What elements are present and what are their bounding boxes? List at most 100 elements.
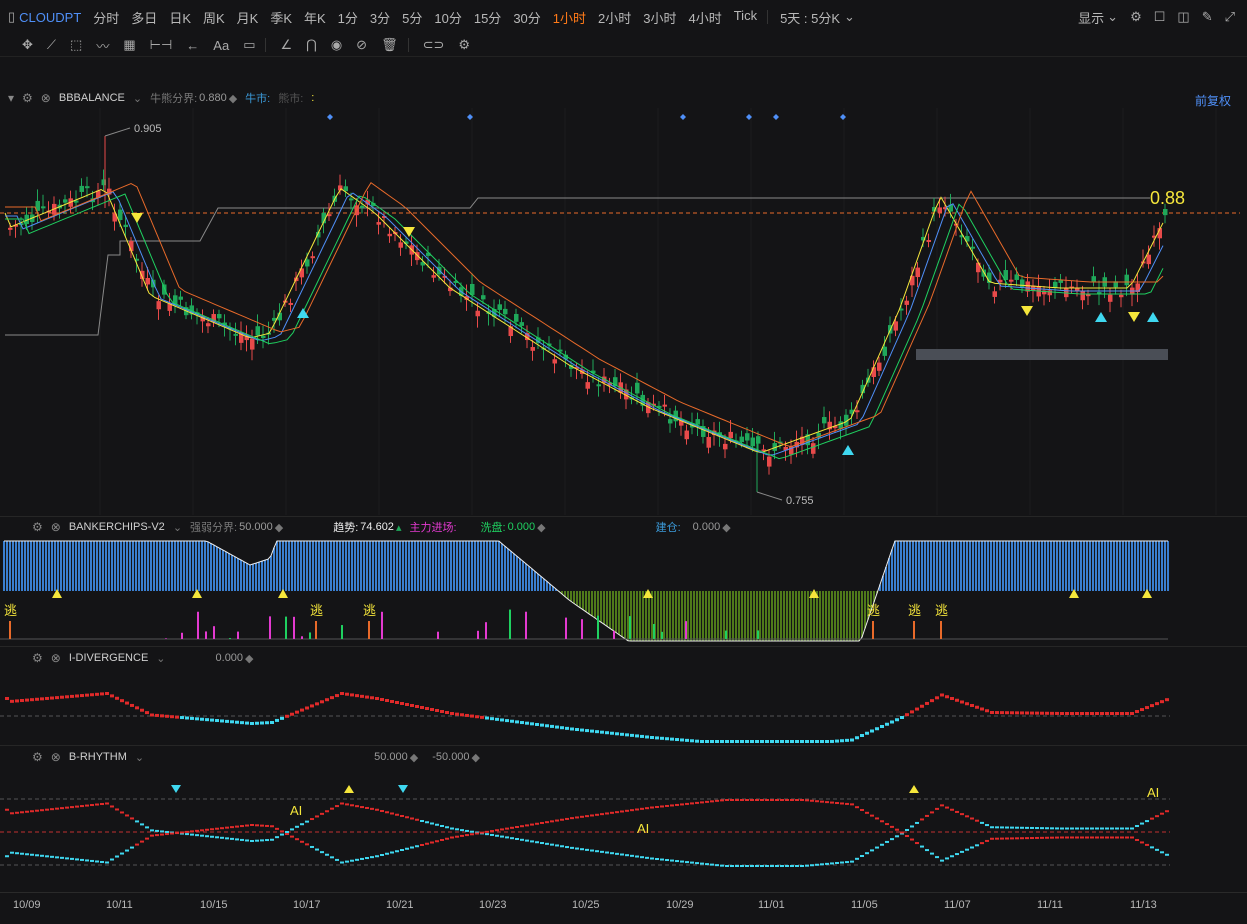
period-12[interactable]: 30分 xyxy=(513,8,540,27)
fib-icon[interactable]: ▦ xyxy=(123,37,135,53)
period-7[interactable]: 1分 xyxy=(338,8,358,27)
multi-period-selector[interactable]: 5天 : 5分K xyxy=(780,8,840,27)
pen-icon[interactable]: ✎ xyxy=(1202,9,1213,25)
rhythm-dot-lower xyxy=(630,809,634,812)
rhythm-dot-upper xyxy=(270,838,274,841)
gear-icon[interactable]: ⚙ xyxy=(458,37,470,53)
period-10[interactable]: 10分 xyxy=(434,8,461,27)
rhythm-dot-upper xyxy=(925,814,929,817)
rhythm-dot-lower xyxy=(320,851,324,854)
crosshair-icon[interactable]: ✥ xyxy=(22,37,33,53)
divergence-dot xyxy=(1080,712,1084,715)
magnet-icon[interactable]: ⋂ xyxy=(306,37,317,53)
text-tool-icon[interactable]: Aa xyxy=(213,38,229,53)
divergence-dot xyxy=(700,740,704,743)
rhythm-dot-lower xyxy=(420,844,424,846)
wave-icon[interactable]: 〰 xyxy=(96,36,109,55)
price-chart-pane[interactable]: ▾ ⚙ ⊗ BBBALANCE ⌄ 牛熊分界: 0.880 ◆ 牛市: 熊市: … xyxy=(0,88,1247,515)
period-15[interactable]: 3小时 xyxy=(643,8,676,27)
layout-icon[interactable]: ☐ xyxy=(1154,9,1166,25)
buy-signal-icon xyxy=(1095,312,1107,322)
chevron-down-icon[interactable]: ⌄ xyxy=(1107,9,1118,25)
rhythm-dot-upper xyxy=(580,848,584,851)
trendline-icon[interactable]: ⟋ xyxy=(47,37,56,53)
divergence-dot xyxy=(1045,711,1049,715)
divergence-pane[interactable]: ⚙ ⊗ I-DIVERGENCE ⌄ 0.000 ◆ xyxy=(0,648,1247,743)
rhythm-dot-lower xyxy=(385,852,389,855)
divergence-dot xyxy=(390,700,394,703)
period-8[interactable]: 3分 xyxy=(370,8,390,27)
rhythm-dot-lower xyxy=(690,802,694,805)
period-3[interactable]: 周K xyxy=(203,8,225,27)
fullscreen-icon[interactable]: ⤢ xyxy=(1225,9,1235,25)
measure-icon[interactable]: ⊢⊣ xyxy=(150,37,173,53)
divergence-dot xyxy=(15,699,19,703)
candle-body xyxy=(156,301,161,310)
divergence-dot xyxy=(70,694,74,698)
period-17[interactable]: Tick xyxy=(734,8,757,27)
candle-body xyxy=(882,346,887,356)
pane-divider[interactable] xyxy=(0,745,1247,746)
eye-icon[interactable]: ◉ xyxy=(331,37,342,53)
trash-icon[interactable]: 🗑 xyxy=(381,37,398,53)
rhythm-dot-lower xyxy=(910,838,914,841)
candle-body xyxy=(1108,294,1113,302)
bankerchips-pane[interactable]: ⚙ ⊗ BANKERCHIPS-V2 ⌄ 强弱分界: 50.000 ◆ 趋势: … xyxy=(0,517,1247,643)
rhythm-dot-upper xyxy=(350,804,354,807)
divergence-dot xyxy=(555,725,559,729)
divergence-dot xyxy=(365,695,369,699)
gear-icon[interactable]: ⚙ xyxy=(1130,9,1142,25)
period-4[interactable]: 月K xyxy=(237,8,259,27)
chevron-down-icon[interactable]: ⌄ xyxy=(844,9,855,25)
divergence-dot xyxy=(540,723,544,727)
rhythm-dot-lower xyxy=(835,802,839,805)
time-axis[interactable]: 10/09 10/11 10/15 10/17 10/21 10/23 10/25 10/29… xyxy=(0,892,1247,924)
divergence-dot xyxy=(360,694,364,698)
hide-icon[interactable]: ⊘ xyxy=(356,37,367,53)
period-5[interactable]: 季K xyxy=(270,8,292,27)
period-2[interactable]: 日K xyxy=(169,8,191,27)
comment-icon[interactable]: ▭ xyxy=(243,37,255,53)
divergence-dot xyxy=(780,740,784,743)
period-9[interactable]: 5分 xyxy=(402,8,422,27)
period-1[interactable]: 多日 xyxy=(131,8,157,27)
divergence-dot xyxy=(130,703,134,707)
ma-line xyxy=(5,181,1164,448)
candle-body xyxy=(992,291,997,297)
escape-label: 逃 xyxy=(935,603,948,618)
period-11[interactable]: 15分 xyxy=(474,8,501,27)
rhythm-dot-lower xyxy=(275,827,279,830)
divergence-dot xyxy=(895,718,899,722)
divergence-dot xyxy=(125,701,129,705)
divergence-dot xyxy=(550,724,554,728)
period-0[interactable]: 分时 xyxy=(93,8,119,27)
rhythm-dot-upper xyxy=(440,825,444,827)
divergence-dot xyxy=(510,719,514,723)
period-16[interactable]: 4小时 xyxy=(688,8,721,27)
candle-body xyxy=(261,335,266,338)
divergence-dot xyxy=(265,721,269,725)
rhythm-dot-lower xyxy=(920,845,924,848)
angle-icon[interactable]: ∠ xyxy=(280,37,292,53)
rhythm-dot-lower xyxy=(290,835,294,838)
display-menu[interactable]: 显示 xyxy=(1078,8,1104,27)
rhythm-pane[interactable]: ⚙ ⊗ B-RHYTHM ⌄ 50.000 ◆ -50.000 ◆ AI AI AI xyxy=(0,747,1247,892)
period-14[interactable]: 2小时 xyxy=(598,8,631,27)
sidebar-toggle-icon[interactable]: ▯ xyxy=(8,9,15,25)
camera-icon[interactable]: ◫ xyxy=(1177,9,1189,25)
rhythm-dot-lower xyxy=(65,857,69,860)
rectangle-icon[interactable]: ⬚ xyxy=(70,37,82,53)
divergence-dot xyxy=(330,696,334,700)
symbol-label[interactable]: CLOUDPT xyxy=(19,10,81,25)
period-6[interactable]: 年K xyxy=(304,8,326,27)
pane-divider[interactable] xyxy=(0,646,1247,647)
period-13[interactable]: 1小时 xyxy=(553,8,586,27)
rhythm-dot-lower xyxy=(440,839,444,841)
rhythm-dot-upper xyxy=(730,865,734,867)
drawing-toolbar: ✥ ⟋ ⬚ 〰 ▦ ⊢⊣ ← Aa ▭ ∠ ⋂ ◉ ⊘ 🗑 ⊂⊃ ⚙ xyxy=(0,34,1247,57)
rhythm-signal-icon xyxy=(171,785,181,793)
link-icon[interactable]: ⊂⊃ xyxy=(423,37,445,53)
arrow-left-icon[interactable]: ← xyxy=(186,38,199,53)
rhythm-dot-lower xyxy=(175,831,179,834)
rhythm-dot-lower xyxy=(825,801,829,804)
